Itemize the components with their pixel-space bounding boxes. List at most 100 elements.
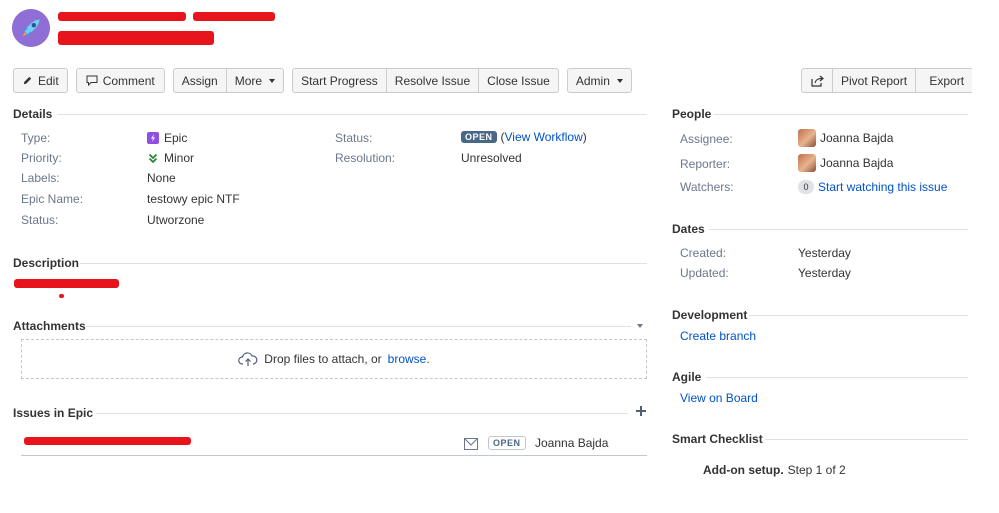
admin-button[interactable]: Admin [566, 68, 632, 93]
browse-link[interactable]: browse. [388, 352, 430, 366]
more-label: More [234, 73, 263, 88]
assign-button[interactable]: Assign [172, 68, 227, 93]
epic-status-value: Utworzone [147, 213, 205, 227]
dates-rule [709, 229, 968, 230]
chevron-down-icon [616, 78, 623, 83]
export-group: Pivot Report Export [801, 68, 973, 93]
labels-label: Labels: [21, 171, 60, 185]
priority-value: Minor [147, 151, 194, 165]
watchers-value: 0 Start watching this issue [798, 180, 947, 194]
addon-setup-text: Add-on setup. [703, 463, 784, 477]
project-avatar[interactable] [12, 9, 50, 47]
updated-label: Updated: [680, 266, 729, 280]
type-value: Epic [147, 131, 187, 145]
development-rule [749, 315, 968, 316]
attachments-heading: Attachments [13, 319, 86, 333]
assign-more-group: Assign More [172, 68, 285, 93]
reporter-value[interactable]: Joanna Bajda [798, 154, 893, 172]
rocket-icon [12, 9, 50, 47]
add-issue-plus-icon[interactable] [636, 406, 646, 416]
status-value: OPEN (View Workflow) [461, 130, 587, 144]
type-label: Type: [21, 131, 51, 145]
view-on-board-link[interactable]: View on Board [680, 391, 758, 405]
cloud-upload-icon [238, 352, 258, 366]
redacted-description-dot [59, 294, 64, 298]
epic-name-label: Epic Name: [21, 192, 84, 206]
description-heading: Description [13, 256, 80, 270]
avatar [798, 129, 816, 147]
priority-value-text: Minor [164, 151, 195, 165]
start-watching-link[interactable]: Start watching this issue [818, 180, 947, 194]
updated-value: Yesterday [798, 266, 851, 280]
assign-label: Assign [181, 73, 218, 88]
avatar [798, 154, 816, 172]
assignee-name: Joanna Bajda [820, 131, 894, 145]
child-status-badge: OPEN [488, 436, 526, 450]
resolve-issue-button[interactable]: Resolve Issue [386, 68, 480, 93]
edit-button[interactable]: Edit [13, 68, 68, 93]
watchers-label: Watchers: [680, 180, 734, 194]
share-button[interactable] [801, 68, 833, 93]
issue-toolbar: Edit Comment Assign More Start Progress … [13, 68, 632, 93]
details-rule [58, 114, 647, 115]
smart-checklist-rule [765, 439, 968, 440]
comment-icon [86, 75, 98, 86]
export-label: Export [929, 73, 965, 88]
redacted-breadcrumb [58, 12, 186, 21]
view-workflow-wrap: (View Workflow) [500, 130, 587, 144]
start-progress-label: Start Progress [301, 73, 378, 88]
priority-minor-icon [148, 153, 158, 164]
pivot-report-button[interactable]: Pivot Report [833, 68, 917, 93]
addon-setup-status: Add-on setup. Step 1 of 2 [703, 463, 846, 477]
epic-icon [147, 132, 159, 144]
status-badge: OPEN [461, 131, 497, 143]
close-issue-button[interactable]: Close Issue [479, 68, 559, 93]
created-value: Yesterday [798, 246, 851, 260]
redacted-child-issue [24, 437, 191, 445]
start-progress-button[interactable]: Start Progress [292, 68, 387, 93]
table-row[interactable]: OPEN Joanna Bajda [21, 430, 647, 456]
people-rule [714, 114, 968, 115]
attachment-dropzone[interactable]: Drop files to attach, or browse. [21, 339, 647, 379]
watchers-count-badge: 0 [798, 180, 814, 194]
export-button[interactable]: Export [916, 68, 973, 93]
child-assignee: Joanna Bajda [535, 436, 609, 450]
drop-text: Drop files to attach, or [264, 352, 382, 366]
type-value-text: Epic [164, 131, 188, 145]
comment-button[interactable]: Comment [75, 68, 165, 93]
details-heading: Details [13, 107, 53, 121]
redacted-description [14, 279, 119, 288]
assignee-label: Assignee: [680, 132, 733, 146]
epic-name-value: testowy epic NTF [147, 192, 240, 206]
epic-status-label: Status: [21, 213, 59, 227]
share-icon [810, 75, 824, 87]
close-issue-label: Close Issue [487, 73, 550, 88]
labels-value: None [147, 171, 176, 185]
workflow-group: Start Progress Resolve Issue Close Issue [292, 68, 559, 93]
description-rule [80, 263, 647, 264]
view-workflow-link[interactable]: View Workflow [505, 130, 583, 144]
agile-heading: Agile [672, 370, 702, 384]
priority-label: Priority: [21, 151, 62, 165]
people-heading: People [672, 107, 712, 121]
assignee-value[interactable]: Joanna Bajda [798, 129, 893, 147]
admin-label: Admin [575, 73, 610, 88]
status-label: Status: [335, 131, 373, 145]
resolve-issue-label: Resolve Issue [394, 73, 471, 88]
mail-icon[interactable] [464, 438, 478, 450]
issues-in-epic-rule [95, 413, 628, 414]
chevron-down-icon [269, 78, 276, 83]
resolution-value: Unresolved [461, 151, 522, 165]
resolution-label: Resolution: [335, 151, 396, 165]
reporter-label: Reporter: [680, 157, 731, 171]
reporter-name: Joanna Bajda [820, 156, 894, 170]
create-branch-link[interactable]: Create branch [680, 329, 756, 343]
more-button[interactable]: More [226, 68, 285, 93]
smart-checklist-heading: Smart Checklist [672, 432, 763, 446]
attachments-options-chevron-icon[interactable] [637, 324, 643, 328]
agile-rule [706, 377, 968, 378]
created-label: Created: [680, 246, 727, 260]
addon-setup-step: Step 1 of 2 [787, 463, 846, 477]
development-heading: Development [672, 308, 748, 322]
dates-heading: Dates [672, 222, 705, 236]
